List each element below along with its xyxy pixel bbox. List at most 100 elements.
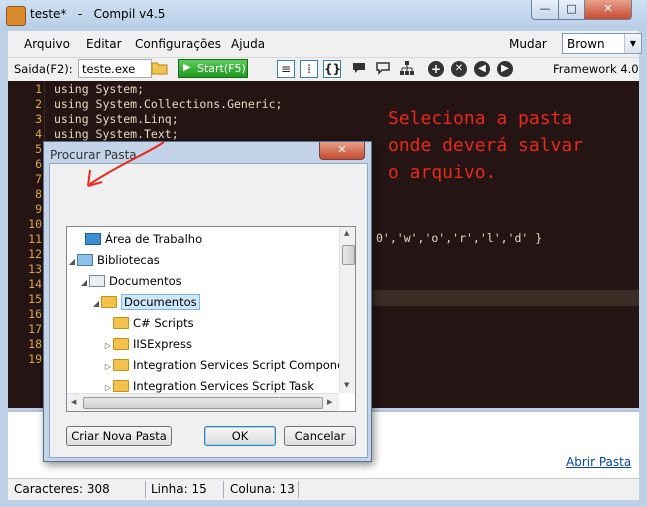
tree-item-label: Bibliotecas [97, 253, 160, 267]
menu-editar[interactable]: Editar [86, 37, 122, 51]
expand-icon[interactable]: ▷ [103, 356, 113, 377]
start-label: Start(F5) [197, 62, 246, 75]
minimize-button[interactable]: — [531, 0, 559, 20]
expand-icon[interactable]: ▷ [103, 335, 113, 356]
code-line: using System; [54, 82, 145, 96]
theme-select[interactable]: Brown ▼ [562, 33, 642, 54]
ok-button[interactable]: OK [204, 426, 276, 446]
tree-item-label: Integration Services Script Componen [133, 358, 352, 372]
collapse-icon[interactable]: ◢ [91, 293, 101, 314]
remove-icon[interactable]: ✕ [451, 61, 467, 77]
line-number: 11 [28, 232, 42, 246]
folder-tree[interactable]: Área de Trabalho ◢ Bibliotecas ◢ Documento… [66, 226, 356, 412]
tree-item-documents[interactable]: ◢ Documentos [91, 292, 200, 313]
line-number: 3 [35, 112, 42, 126]
line-number-gutter: 1 2 3 4 5 6 7 8 9 10 11 12 13 14 15 16 1… [8, 81, 45, 408]
menu-ajuda[interactable]: Ajuda [231, 37, 265, 51]
desktop-icon [85, 233, 101, 245]
annotation-line: onde deverá salvar [388, 135, 584, 156]
line-number: 7 [35, 172, 42, 186]
folder-icon [113, 317, 129, 329]
menu-configuracoes[interactable]: Configurações [135, 37, 221, 51]
play-icon: ▶ [183, 62, 191, 73]
collapse-icon[interactable]: ◢ [67, 251, 77, 272]
tree-item-label-selected: Documentos [121, 294, 200, 310]
line-numbers-icon[interactable]: ⁞ [300, 60, 318, 78]
tree-item-documents-library[interactable]: ◢ Documentos [79, 271, 182, 292]
window-title: teste* - Compil v4.5 [30, 7, 166, 21]
collapse-icon[interactable]: ◢ [79, 272, 89, 293]
scroll-right-icon[interactable]: ▶ [327, 398, 332, 406]
start-button[interactable]: ▶ Start(F5) [178, 59, 248, 78]
toolbar: Saida(F2): teste.exe ▶ Start(F5) ≡ ⁞ {} … [8, 58, 639, 82]
new-folder-button[interactable]: Criar Nova Pasta [66, 426, 172, 446]
menu-bar: Arquivo Editar Configurações Ajuda Mudar… [8, 31, 642, 58]
close-button[interactable]: ✕ [584, 0, 632, 20]
folder-icon [113, 359, 129, 371]
annotation-arrow-icon [87, 141, 165, 187]
tree-item-label: C# Scripts [133, 316, 194, 330]
line-number: 1 [35, 82, 42, 96]
line-number: 19 [28, 352, 42, 366]
scroll-up-icon[interactable]: ▲ [344, 229, 349, 237]
comment-icon[interactable] [350, 60, 368, 78]
app-icon [6, 6, 26, 26]
arrow-right-icon[interactable]: ▶ [497, 61, 513, 77]
uncomment-icon[interactable] [374, 60, 392, 78]
hierarchy-icon[interactable] [398, 60, 416, 78]
char-count: Caracteres: 308 [14, 482, 110, 496]
folder-icon [101, 296, 117, 308]
theme-value: Brown [567, 37, 605, 51]
status-bar: Caracteres: 308 Linha: 15 Coluna: 13 [8, 478, 639, 500]
line-number: 18 [28, 337, 42, 351]
annotation-line: o arquivo. [388, 162, 497, 183]
line-number: 15 [28, 292, 42, 306]
tree-item-label: IISExpress [133, 337, 192, 351]
line-number: 4 [35, 127, 42, 141]
arrow-left-icon[interactable]: ◀ [474, 61, 490, 77]
status-divider [223, 481, 224, 498]
status-divider [145, 481, 146, 498]
documents-library-icon [89, 275, 105, 287]
add-icon[interactable]: + [428, 61, 444, 77]
dialog-body: Área de Trabalho ◢ Bibliotecas ◢ Documento… [49, 163, 368, 458]
folder-icon[interactable] [151, 61, 169, 75]
scroll-thumb[interactable] [83, 397, 323, 409]
line-number: 10 [28, 217, 42, 231]
tree-item-libraries[interactable]: ◢ Bibliotecas [67, 250, 160, 271]
line-number: 17 [28, 322, 42, 336]
line-indicator: Linha: 15 [151, 482, 207, 496]
libraries-icon [77, 254, 93, 266]
framework-label: Framework 4.0 [553, 62, 639, 76]
maximize-button[interactable]: □ [558, 0, 585, 20]
output-file-input[interactable]: teste.exe [78, 59, 152, 78]
line-number: 16 [28, 307, 42, 321]
output-file-value: teste.exe [82, 62, 136, 76]
tree-item-integration-component[interactable]: ▷ Integration Services Script Componen [103, 355, 352, 377]
vertical-scrollbar[interactable]: ▲ ▼ [339, 227, 355, 393]
code-fragment: 0','w','o','r','l','d' } [376, 231, 543, 245]
tree-item-iisexpress[interactable]: ▷ IISExpress [103, 334, 192, 355]
line-number: 5 [35, 142, 42, 156]
open-folder-link[interactable]: Abrir Pasta [566, 455, 631, 469]
folder-icon [113, 338, 129, 350]
scroll-left-icon[interactable]: ◀ [71, 398, 76, 406]
tree-item-desktop[interactable]: Área de Trabalho [75, 229, 202, 250]
tree-item-label: Integration Services Script Task [133, 379, 315, 393]
scroll-down-icon[interactable]: ▼ [344, 381, 349, 389]
line-number: 9 [35, 202, 42, 216]
braces-icon[interactable]: {} [323, 60, 341, 78]
scroll-thumb[interactable] [342, 245, 355, 265]
horizontal-scrollbar[interactable]: ◀ ▶ [67, 393, 339, 411]
dialog-close-button[interactable]: ✕ [319, 142, 365, 160]
code-line: using System.Linq; [54, 112, 179, 126]
align-left-icon[interactable]: ≡ [277, 60, 295, 78]
code-line: using System.Collections.Generic; [54, 97, 283, 111]
tree-item-csharp-scripts[interactable]: C# Scripts [103, 313, 194, 334]
status-divider [298, 481, 299, 498]
menu-arquivo[interactable]: Arquivo [24, 37, 70, 51]
chevron-down-icon[interactable]: ▼ [624, 34, 641, 53]
line-number: 14 [28, 277, 42, 291]
column-indicator: Coluna: 13 [230, 482, 295, 496]
cancel-button[interactable]: Cancelar [284, 426, 356, 446]
